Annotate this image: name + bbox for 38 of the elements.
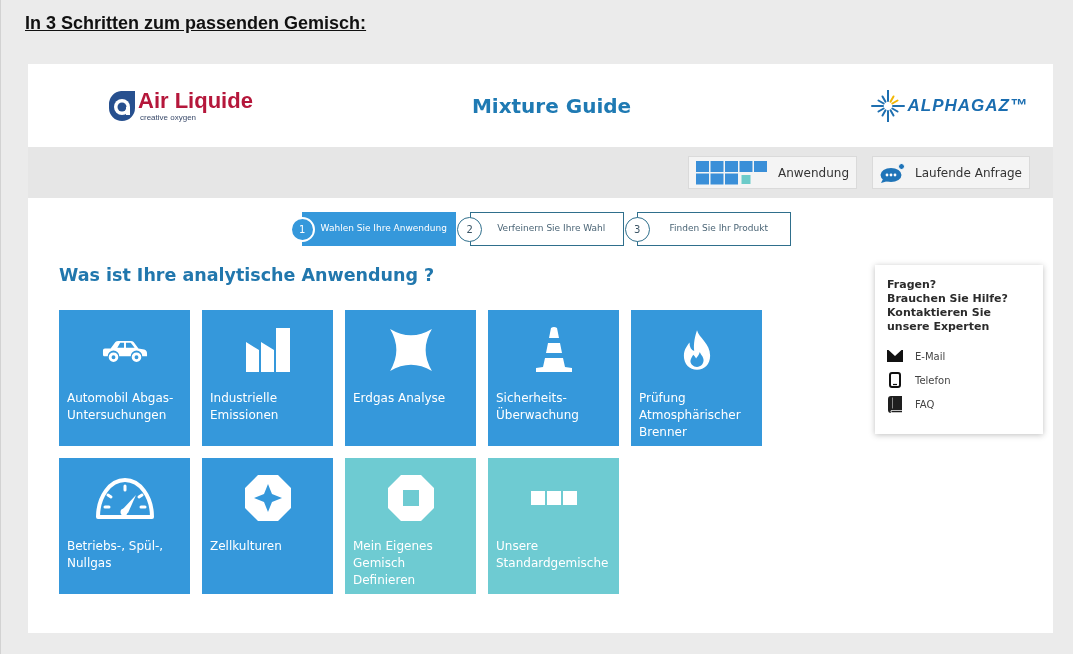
contact-link[interactable]: FAQ [887,396,1031,412]
chat-bubble-icon [880,162,905,183]
page-heading: In 3 Schritten zum passenden Gemisch: [25,12,367,34]
application-tile[interactable]: Sicherheits-Überwachung [488,310,619,446]
application-tile[interactable]: Zellkulturen [202,458,333,594]
help-text: Brauchen Sie Hilfe? [887,292,1009,306]
help-text: Fragen? [887,278,938,292]
octagon-frame-icon [387,475,434,521]
application-tile[interactable]: Unsere Standardgemische [488,458,619,594]
application-tile[interactable]: Industrielle Emissionen [202,310,333,446]
help-text: Kontaktieren Sie unsere Experten [887,306,992,334]
tile-grid-icon [695,160,768,185]
logo-text: Air Liquide [138,89,253,113]
application-tile[interactable]: Betriebs-, Spül-, Nullgas [59,458,190,594]
logo-tagline: creative oxygen [140,113,197,122]
contact-link[interactable]: E-Mail [887,348,1031,364]
logo-text: ALPHAGAZ™ [907,94,1028,117]
app-title: Mixture Guide [471,92,632,120]
toolbar-button[interactable]: Laufende Anfrage [872,156,1030,189]
question-heading: Was ist Ihre analytische Anwendung ? [59,264,436,286]
book-icon [888,395,902,413]
phone-icon [889,372,901,388]
flame-icon [681,329,712,371]
application-tile[interactable]: Erdgas Analyse [345,310,476,446]
toolbar-button[interactable]: Anwendung [687,156,857,189]
factory-icon [245,328,290,372]
four-point-star-icon [387,327,434,373]
mail-icon [887,350,903,362]
logo-icon [108,90,135,121]
three-squares-icon [530,491,577,505]
octagon-star-icon [244,475,291,521]
application-tile[interactable]: Prüfung Atmosphärischer Brenner [631,310,762,446]
starburst-logo-icon [869,89,906,122]
step-number: 1 [289,216,315,242]
contact-link[interactable]: Telefon [887,372,1031,388]
gauge-icon [93,476,156,520]
application-tile[interactable]: Mein Eigenes Gemisch Definieren [345,458,476,594]
traffic-cone-icon [533,327,574,373]
